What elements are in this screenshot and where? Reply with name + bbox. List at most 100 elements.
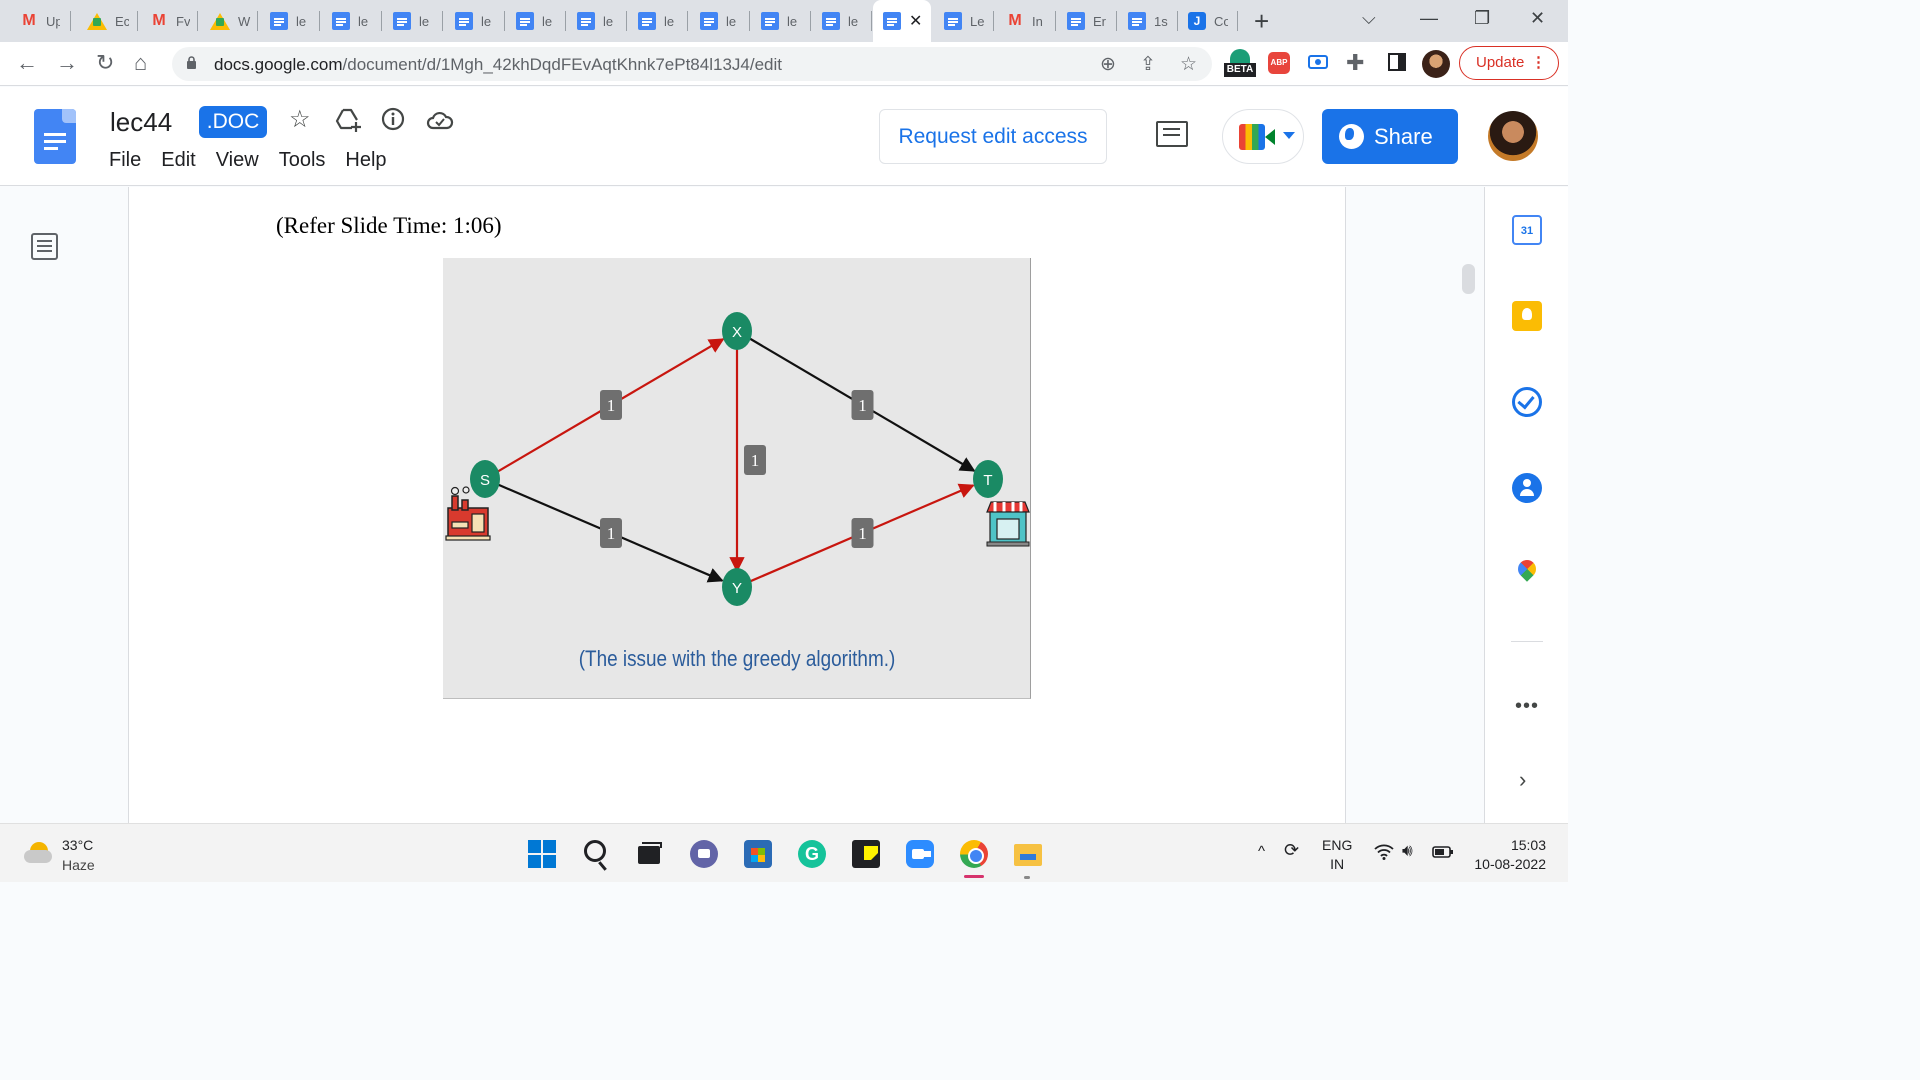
screen-capture-extension-icon[interactable]	[1308, 52, 1328, 72]
menu-edit[interactable]: Edit	[161, 149, 195, 172]
request-edit-access-button[interactable]: Request edit access	[879, 109, 1107, 164]
address-bar[interactable]: docs.google.com/document/d/1Mgh_42khDqdF…	[172, 47, 1212, 81]
browser-tab[interactable]: le	[751, 0, 811, 42]
browser-tab[interactable]: le	[506, 0, 566, 42]
keep-icon[interactable]	[1512, 301, 1542, 331]
document-outline-icon[interactable]	[31, 233, 58, 260]
weather-text[interactable]: Haze	[62, 857, 95, 873]
browser-tab[interactable]: Ec	[77, 0, 138, 42]
sticky-notes-icon[interactable]	[852, 840, 880, 868]
browser-tab[interactable]: W	[200, 0, 258, 42]
reload-button[interactable]: ↻	[96, 50, 114, 76]
browser-tab[interactable]: J Co	[1178, 0, 1238, 42]
edge-weight-label: 1	[744, 445, 766, 475]
onedrive-sync-icon[interactable]: ⟳	[1284, 840, 1299, 861]
browser-tab[interactable]: Er	[1057, 0, 1117, 42]
weather-haze-icon[interactable]	[24, 842, 52, 864]
side-panel-divider	[1511, 641, 1543, 642]
tab-search-chevron-icon[interactable]: ⌵	[1362, 8, 1376, 29]
menu-file[interactable]: File	[109, 149, 141, 172]
microsoft-store-icon[interactable]	[744, 840, 772, 868]
share-page-icon[interactable]: ⇪	[1140, 53, 1156, 76]
docs-logo-icon[interactable]	[34, 109, 76, 164]
tab-title: le	[419, 13, 430, 29]
extensions-puzzle-icon[interactable]: ✚	[1346, 50, 1364, 76]
document-title[interactable]: lec44	[110, 107, 172, 138]
adblock-plus-icon[interactable]: ABP	[1268, 52, 1290, 74]
menu-help[interactable]: Help	[345, 149, 386, 172]
tab-title: le	[848, 13, 859, 29]
update-button[interactable]: Update ⋮	[1459, 46, 1559, 80]
move-to-drive-icon[interactable]	[334, 107, 362, 133]
menu-tools[interactable]: Tools	[279, 149, 326, 172]
system-clock[interactable]: 15:03 10-08-2022	[1470, 836, 1546, 874]
meet-button[interactable]	[1222, 109, 1304, 164]
bookmark-star-icon[interactable]: ☆	[1180, 53, 1197, 76]
battery-icon[interactable]	[1432, 845, 1454, 859]
extension-beta-icon[interactable]: BETA	[1224, 49, 1256, 79]
more-horizontal-icon[interactable]: •••	[1515, 695, 1539, 718]
docs-favicon-icon	[1128, 12, 1146, 30]
docs-favicon-icon	[455, 12, 473, 30]
share-button[interactable]: Share	[1322, 109, 1458, 164]
temperature-text[interactable]: 33°C	[62, 837, 93, 853]
teams-chat-icon[interactable]	[690, 840, 718, 868]
info-icon[interactable]	[381, 107, 405, 131]
browser-tab[interactable]: le	[383, 0, 443, 42]
grammarly-icon[interactable]: G	[798, 840, 826, 868]
globe-icon	[1339, 124, 1364, 149]
taskbar-search-icon[interactable]	[584, 840, 606, 862]
close-tab-icon[interactable]: ✕	[909, 11, 922, 31]
browser-tab[interactable]: le	[260, 0, 320, 42]
browser-tab[interactable]: 1s	[1118, 0, 1178, 42]
menu-view[interactable]: View	[216, 149, 259, 172]
star-icon[interactable]: ☆	[289, 105, 311, 134]
tab-separator	[993, 11, 994, 31]
wifi-icon[interactable]	[1374, 844, 1394, 860]
vertical-scrollbar-thumb[interactable]	[1462, 264, 1475, 294]
side-panel-icon[interactable]	[1388, 52, 1406, 72]
browser-tab[interactable]: le	[322, 0, 382, 42]
browser-tab[interactable]: le	[812, 0, 872, 42]
close-window-button[interactable]: ✕	[1530, 8, 1545, 29]
browser-tab-strip: M Up Ec M Fv Wle le le le le le le le le le ✕ Le M In Er 1s J…	[0, 0, 1568, 42]
show-hidden-icons-chevron-icon[interactable]: ^	[1258, 843, 1265, 860]
browser-tab[interactable]: le	[628, 0, 688, 42]
tab-separator	[810, 11, 811, 31]
new-tab-button[interactable]: +	[1254, 6, 1269, 37]
browser-tab[interactable]: M Fv	[140, 0, 198, 42]
browser-tab[interactable]: M In	[996, 0, 1056, 42]
volume-icon[interactable]: 🔊︎	[1402, 841, 1413, 861]
comment-history-icon[interactable]	[1156, 121, 1188, 147]
contacts-icon[interactable]	[1512, 473, 1542, 503]
start-icon[interactable]	[528, 840, 556, 868]
home-button[interactable]: ⌂	[134, 50, 147, 76]
forward-button[interactable]: →	[56, 50, 78, 76]
tab-separator	[442, 11, 443, 31]
chrome-icon[interactable]	[960, 840, 988, 868]
browser-profile-avatar[interactable]	[1422, 50, 1450, 78]
task-view-icon[interactable]	[636, 840, 664, 868]
document-canvas: (Refer Slide Time: 1:06) 11111 SXYT (The…	[0, 187, 1484, 823]
browser-tab[interactable]: ✕	[873, 0, 931, 42]
restore-window-button[interactable]: ❐	[1474, 8, 1490, 29]
back-button[interactable]: ←	[16, 50, 38, 76]
browser-tab[interactable]: Le	[934, 0, 994, 42]
file-explorer-icon[interactable]	[1014, 840, 1042, 868]
tab-separator	[626, 11, 627, 31]
maps-icon[interactable]	[1512, 559, 1542, 589]
browser-tab[interactable]: le	[567, 0, 627, 42]
lock-icon[interactable]	[186, 56, 197, 69]
cloud-saved-icon[interactable]	[426, 109, 454, 131]
zoom-icon[interactable]: ⊕	[1100, 53, 1116, 76]
browser-tab[interactable]: M Up	[10, 0, 71, 42]
calendar-icon[interactable]: 31	[1512, 215, 1542, 245]
minimize-window-button[interactable]: —	[1420, 8, 1438, 29]
tasks-icon[interactable]	[1512, 387, 1542, 417]
browser-tab[interactable]: le	[690, 0, 750, 42]
account-avatar[interactable]	[1488, 111, 1538, 161]
chevron-right-icon[interactable]: ›	[1519, 767, 1526, 793]
zoom-app-icon[interactable]	[906, 840, 934, 868]
language-indicator[interactable]: ENG IN	[1322, 836, 1352, 874]
browser-tab[interactable]: le	[445, 0, 505, 42]
